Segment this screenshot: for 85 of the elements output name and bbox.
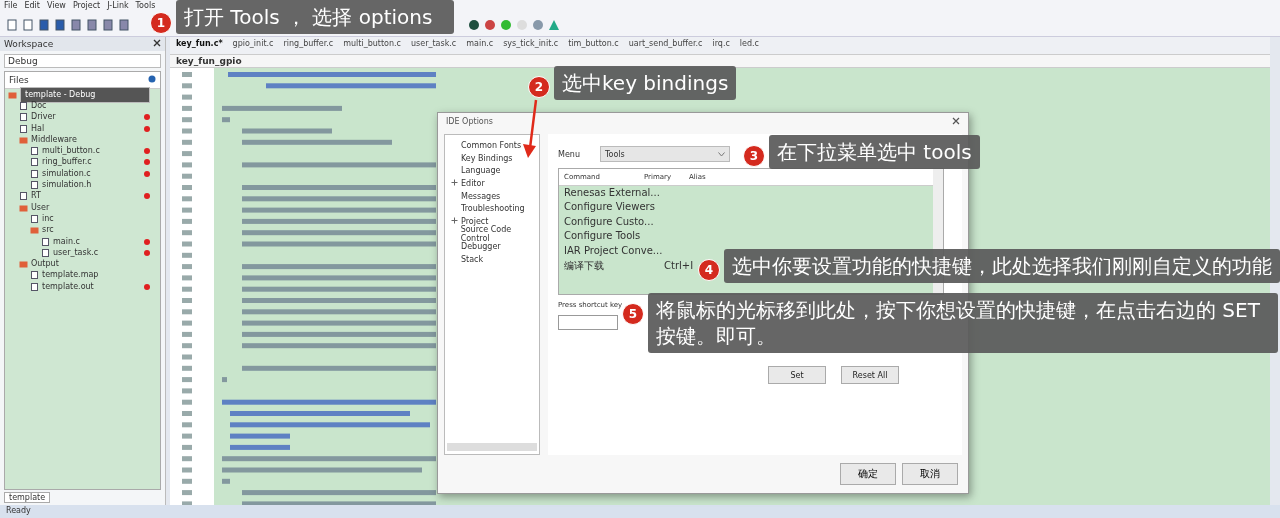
shortcut-input[interactable] — [558, 315, 618, 330]
tree-item[interactable]: main.c — [53, 237, 80, 246]
category-item[interactable]: Troubleshooting — [461, 204, 525, 214]
annotation-tooltip: 将鼠标的光标移到此处，按下你想设置的快捷键，在点击右边的 SET 按键。即可。 — [648, 293, 1278, 353]
category-item[interactable]: Debugger — [461, 242, 501, 252]
expand-icon — [451, 216, 458, 224]
tree-item[interactable]: Driver — [31, 113, 56, 122]
category-item[interactable]: Key Bindings — [461, 153, 513, 163]
category-item[interactable]: Messages — [461, 191, 501, 201]
editor-tab[interactable]: multi_button.c — [343, 39, 401, 49]
column-header: Files — [9, 75, 29, 85]
save-icon[interactable] — [38, 19, 50, 31]
tree-item[interactable]: RT — [31, 192, 41, 201]
category-item[interactable]: Editor — [461, 178, 485, 188]
editor-tab[interactable]: uart_send_buffer.c — [628, 39, 703, 49]
horizontal-scrollbar[interactable] — [447, 443, 537, 451]
close-icon[interactable] — [952, 117, 960, 125]
editor-tab[interactable]: gpio_init.c — [232, 39, 274, 49]
annotation-tooltip: 选中你要设置功能的快捷键，此处选择我们刚刚自定义的功能 — [724, 249, 1280, 283]
tree-item[interactable]: Doc — [31, 101, 47, 110]
category-item[interactable]: Language — [461, 166, 501, 176]
dialog-title: IDE Options — [446, 117, 493, 126]
triangle-icon[interactable] — [548, 19, 560, 31]
editor-tab[interactable]: main.c — [466, 39, 494, 49]
annotation-tooltip: 打开 Tools ， 选择 options — [176, 0, 454, 34]
file-icon — [30, 214, 39, 223]
editor-tab[interactable]: irq.c — [712, 39, 730, 49]
editor-tab[interactable]: led.c — [739, 39, 759, 49]
category-item[interactable]: Source Code Control — [460, 225, 539, 244]
menu-item[interactable]: Tools — [135, 1, 156, 13]
tree-item[interactable]: multi_button.c — [42, 147, 100, 156]
category-item[interactable]: Common Fonts — [461, 140, 522, 150]
command-row[interactable]: IAR Project Conve... — [559, 244, 669, 259]
menu-item[interactable]: Project — [72, 1, 101, 13]
tree-item[interactable]: simulation.h — [42, 181, 92, 189]
tree-item[interactable]: template.out — [42, 282, 94, 291]
caret-icon — [717, 151, 725, 157]
field-label: Menu — [558, 149, 580, 159]
annotation-tooltip: 在下拉菜单选中 tools — [769, 135, 980, 169]
configuration-dropdown[interactable]: Debug — [4, 54, 161, 68]
tree-item[interactable]: User — [31, 203, 50, 212]
annotation-tooltip: 选中key bindings — [554, 66, 737, 100]
command-row[interactable]: Configure Tools — [559, 229, 669, 244]
dialog-button[interactable]: 确定 — [840, 463, 896, 485]
panel-title: Workspace — [4, 39, 54, 49]
folder-icon — [19, 260, 28, 269]
tree-item[interactable]: ring_buffer.c — [42, 158, 92, 167]
panel-tab[interactable]: template — [4, 492, 51, 503]
tree-item[interactable]: user_task.c — [53, 248, 99, 257]
folder-icon — [19, 135, 28, 144]
pointer-arrow — [523, 99, 538, 158]
category-item[interactable]: Stack — [461, 255, 484, 265]
dialog-button[interactable]: Reset All — [841, 366, 899, 384]
category-item[interactable]: Project — [461, 216, 489, 226]
status-icon — [148, 75, 156, 83]
folder-icon — [8, 90, 17, 99]
editor-tab[interactable]: key_fun.c* — [176, 39, 223, 49]
tree-item[interactable]: inc — [42, 214, 54, 223]
dialog-button[interactable]: Set — [768, 366, 826, 384]
new-file-icon[interactable] — [6, 19, 18, 31]
command-row[interactable]: Configure Viewers — [559, 200, 669, 215]
command-row[interactable]: 编译下载 Ctrl+I — [559, 258, 699, 273]
editor-tab[interactable]: ring_buffer.c — [283, 39, 334, 49]
tree-item[interactable]: Middleware — [31, 135, 77, 144]
menu-item[interactable]: Edit — [24, 1, 40, 13]
status-text: Ready — [0, 505, 1280, 518]
menu-item[interactable]: File — [4, 1, 18, 13]
editor-tab[interactable]: tim_button.c — [568, 39, 619, 49]
menu-item[interactable]: View — [46, 1, 66, 13]
tree-item[interactable]: simulation.c — [42, 169, 91, 178]
menu-item[interactable]: J-Link — [107, 1, 129, 13]
dialog-button[interactable]: 取消 — [902, 463, 958, 485]
command-row[interactable]: Configure Custo... — [559, 215, 669, 230]
tree-item[interactable]: Hal — [31, 124, 45, 133]
tree-item[interactable]: src — [42, 226, 54, 235]
folder-icon — [30, 226, 39, 235]
editor-tab[interactable]: user_task.c — [411, 39, 457, 49]
editor-tab[interactable]: sys_tick_init.c — [503, 39, 559, 49]
tree-item[interactable]: Output — [31, 260, 59, 269]
menu-dropdown[interactable]: Tools — [599, 146, 730, 162]
expand-icon — [451, 178, 458, 186]
command-row[interactable]: Renesas External... — [559, 186, 669, 201]
tree-item[interactable]: template.map — [42, 271, 99, 280]
folder-icon — [19, 203, 28, 212]
close-icon — [153, 39, 161, 47]
